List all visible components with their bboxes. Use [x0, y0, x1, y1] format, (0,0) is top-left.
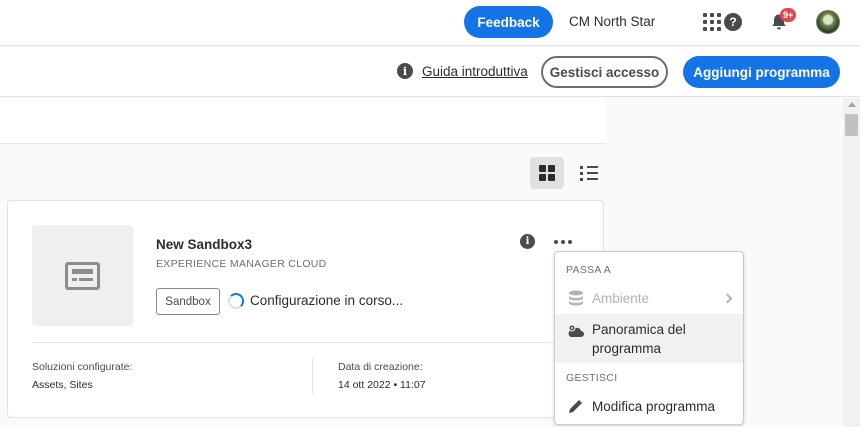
solutions-label: Soluzioni configurate:	[32, 361, 133, 373]
divider	[32, 342, 592, 343]
menu-item-environments[interactable]: Ambiente	[555, 288, 743, 309]
top-bar: Feedback CM North Star ? 9+	[0, 0, 860, 46]
menu-section-heading: GESTISCI	[566, 372, 618, 384]
more-actions-icon[interactable]	[552, 234, 574, 250]
getting-started-link[interactable]: Guida introduttiva	[422, 64, 528, 79]
program-actions-menu: PASSA A Ambiente Panoramica del programm…	[554, 251, 744, 425]
org-switcher[interactable]: CM North Star	[569, 14, 655, 29]
pencil-icon	[569, 400, 582, 413]
content-header-strip	[0, 98, 606, 144]
feedback-button[interactable]: Feedback	[464, 6, 553, 38]
created-date-value: 14 ott 2022 • 11:07	[338, 379, 426, 391]
divider	[312, 358, 313, 394]
notification-badge: 9+	[780, 8, 797, 22]
web-page-icon	[65, 262, 100, 290]
help-icon[interactable]: ?	[724, 13, 742, 31]
list-view-icon[interactable]	[572, 157, 606, 189]
menu-item-label-continued: programma	[592, 341, 662, 356]
menu-item-label: Ambiente	[592, 291, 650, 306]
program-name[interactable]: New Sandbox3	[156, 237, 252, 252]
program-thumbnail	[32, 225, 133, 326]
solutions-value: Assets, Sites	[32, 379, 93, 391]
menu-item-edit-program[interactable]: Modifica programma	[555, 396, 743, 417]
chevron-right-icon	[722, 293, 733, 304]
scroll-thumb[interactable]	[845, 114, 858, 136]
cloud-gear-icon	[568, 324, 584, 337]
menu-item-label: Modifica programma	[592, 399, 716, 414]
database-icon	[569, 290, 583, 306]
info-icon: i	[397, 63, 413, 79]
info-icon[interactable]: i	[520, 234, 535, 249]
program-type: EXPERIENCE MANAGER CLOUD	[156, 258, 327, 270]
scroll-up-arrow-icon[interactable]	[848, 102, 856, 107]
program-status: Configurazione in corso...	[250, 293, 404, 308]
created-date-label: Data di creazione:	[338, 361, 423, 373]
manage-access-button[interactable]: Gestisci accesso	[541, 56, 668, 88]
loading-spinner-icon	[228, 293, 244, 309]
sandbox-badge: Sandbox	[156, 288, 220, 315]
page-scrollbar[interactable]	[843, 98, 860, 427]
grid-view-icon[interactable]	[530, 157, 564, 189]
apps-grid-icon[interactable]	[703, 13, 721, 31]
menu-item-label: Panoramica del	[592, 322, 686, 337]
avatar[interactable]	[816, 10, 840, 34]
add-program-button[interactable]: Aggiungi programma	[683, 56, 840, 88]
menu-section-heading: PASSA A	[566, 264, 612, 276]
menu-item-program-overview[interactable]: Panoramica del programma	[555, 314, 743, 363]
action-bar: i Guida introduttiva Gestisci accesso Ag…	[0, 47, 860, 97]
program-card[interactable]: New Sandbox3 EXPERIENCE MANAGER CLOUD Sa…	[7, 200, 604, 418]
